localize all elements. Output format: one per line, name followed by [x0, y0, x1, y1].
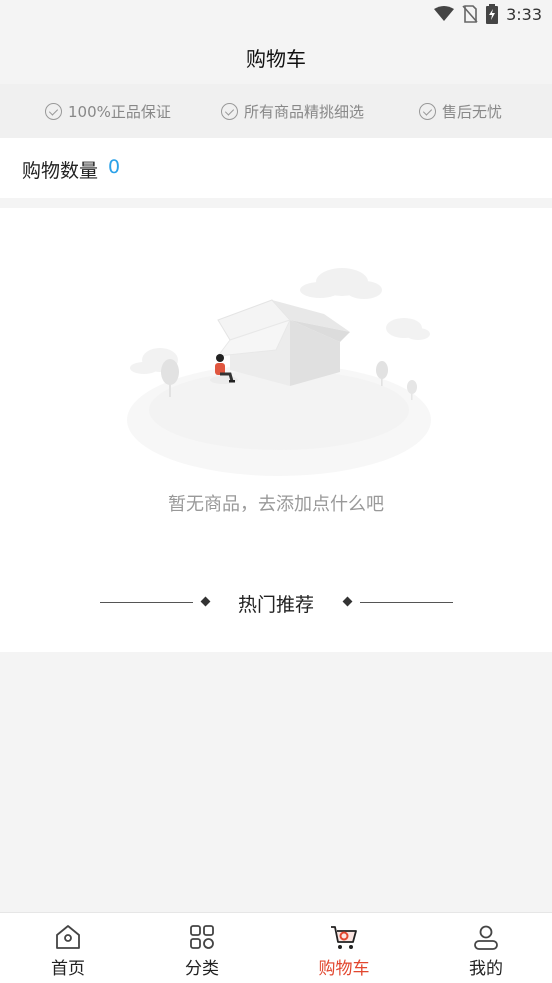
- cart-count-value: 0: [108, 156, 121, 178]
- tab-profile[interactable]: 我的: [436, 913, 536, 983]
- home-icon: [56, 925, 80, 949]
- page-title: 购物车: [246, 46, 306, 71]
- empty-cart-message: 暂无商品，去添加点什么吧: [168, 494, 384, 515]
- tab-label: 分类: [185, 959, 219, 979]
- empty-cart-panel: 暂无商品，去添加点什么吧 热门推荐: [0, 208, 552, 652]
- empty-box-illustration: [127, 268, 431, 476]
- tab-cart[interactable]: 购物车: [294, 913, 394, 983]
- guarantee-label: 所有商品精挑细选: [244, 103, 365, 121]
- guarantee-label: 售后无忧: [442, 103, 503, 121]
- check-circle-icon: [45, 103, 62, 120]
- cart-count-row: 购物数量 0: [0, 138, 552, 198]
- tab-label: 首页: [51, 959, 85, 979]
- status-icons: 3:33: [434, 4, 542, 24]
- tab-home[interactable]: 首页: [18, 913, 118, 983]
- tab-label: 我的: [469, 959, 503, 979]
- guarantee-item: 所有商品精挑细选: [221, 101, 364, 122]
- no-sim-icon: [462, 5, 478, 23]
- guarantee-item: 100%正品保证: [45, 101, 171, 122]
- hot-recommend-header: 热门推荐: [0, 590, 552, 616]
- divider-line: [360, 602, 453, 603]
- status-time: 3:33: [506, 4, 542, 24]
- battery-charging-icon: [486, 4, 499, 24]
- bottom-tab-bar: 首页 分类 购物车 我的: [0, 912, 552, 983]
- check-circle-icon: [419, 103, 436, 120]
- category-grid-icon: [190, 925, 214, 949]
- cart-icon: [331, 926, 357, 949]
- check-circle-icon: [221, 103, 238, 120]
- page-header: 购物车: [0, 30, 552, 84]
- guarantee-item: 售后无忧: [419, 101, 502, 122]
- status-bar: 3:33: [0, 0, 552, 30]
- wifi-icon: [434, 6, 455, 21]
- tab-category[interactable]: 分类: [152, 913, 252, 983]
- tab-label: 购物车: [318, 959, 370, 979]
- profile-icon: [474, 925, 498, 950]
- guarantee-bar: 100%正品保证 所有商品精挑细选 售后无忧: [0, 84, 552, 138]
- hot-recommend-title: 热门推荐: [237, 594, 314, 616]
- guarantee-label: 100%正品保证: [68, 103, 171, 121]
- cart-count-label: 购物数量: [22, 160, 99, 182]
